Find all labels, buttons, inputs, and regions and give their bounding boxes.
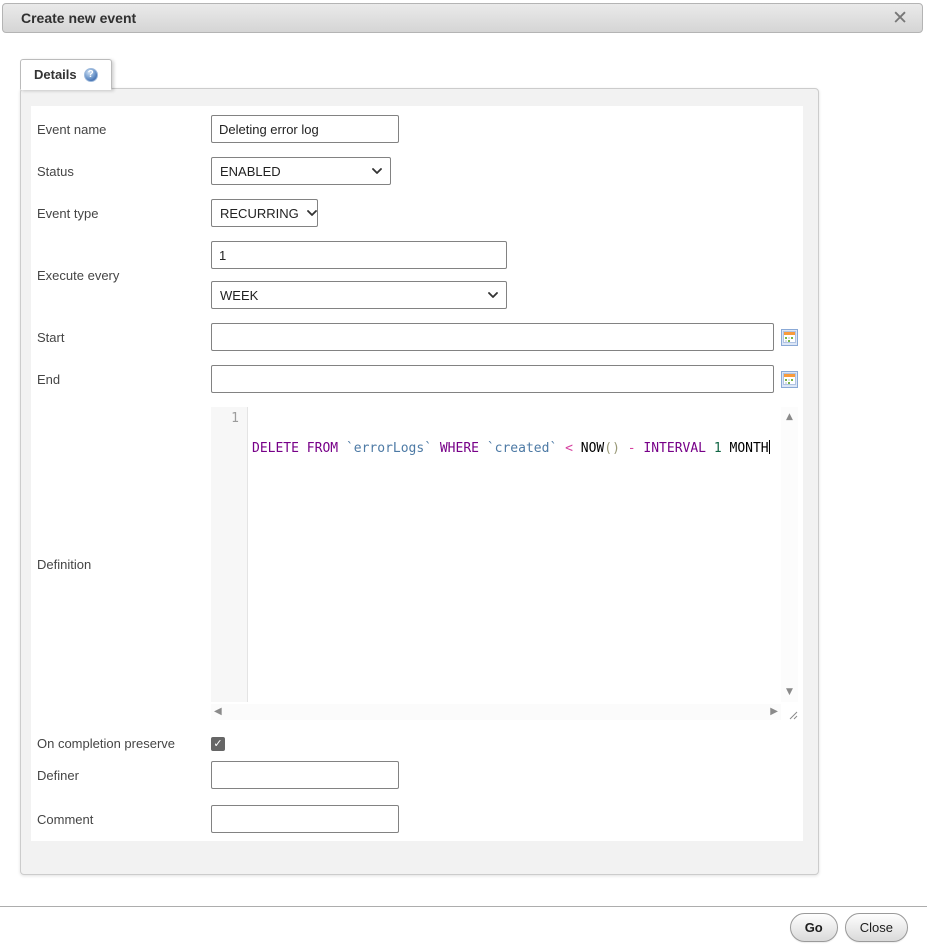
start-label: Start [37, 330, 211, 345]
event-type-select-value: RECURRING [220, 206, 299, 221]
chevron-down-icon [307, 210, 317, 216]
row-definer: Definer [37, 761, 803, 789]
row-comment: Comment [37, 805, 803, 833]
resize-grip-icon[interactable] [786, 708, 798, 724]
row-start: Start [37, 323, 803, 351]
execute-every-unit-value: WEEK [220, 288, 258, 303]
event-type-select[interactable]: RECURRING [211, 199, 318, 227]
event-type-label: Event type [37, 206, 211, 221]
row-end: End [37, 365, 803, 393]
row-on-completion: On completion preserve ✓ [37, 736, 803, 751]
event-name-label: Event name [37, 122, 211, 137]
execute-every-unit-select[interactable]: WEEK [211, 281, 507, 309]
status-select-value: ENABLED [220, 164, 281, 179]
scroll-down-icon[interactable]: ▼ [781, 686, 798, 698]
scroll-right-icon[interactable]: ▶ [770, 705, 778, 719]
text-cursor [769, 440, 770, 454]
sql-code-editor[interactable]: 1 DELETE FROM `errorLogs` WHERE `created… [211, 407, 798, 722]
row-event-name: Event name [37, 115, 803, 143]
start-input[interactable] [211, 323, 774, 351]
definer-input[interactable] [211, 761, 399, 789]
definer-label: Definer [37, 768, 211, 783]
row-status: Status ENABLED [37, 157, 803, 185]
on-completion-checkbox[interactable]: ✓ [211, 737, 225, 751]
row-definition: Definition 1 DELETE FROM `errorLogs` WHE… [37, 407, 803, 722]
dialog-titlebar: Create new event ✕ [2, 3, 923, 33]
calendar-icon[interactable] [781, 371, 798, 388]
row-execute-every: Execute every WEEK [37, 241, 803, 309]
calendar-icon[interactable] [781, 329, 798, 346]
end-label: End [37, 372, 211, 387]
row-event-type: Event type RECURRING [37, 199, 803, 227]
line-number: 1 [231, 411, 239, 426]
definition-label: Definition [37, 557, 211, 572]
chevron-down-icon [372, 168, 382, 174]
footer-buttons: Go Close [790, 913, 908, 942]
status-label: Status [37, 164, 211, 179]
comment-label: Comment [37, 812, 211, 827]
footer-divider [0, 906, 927, 907]
editor-code-area[interactable]: DELETE FROM `errorLogs` WHERE `created` … [248, 407, 781, 702]
on-completion-label: On completion preserve [37, 736, 211, 751]
status-select[interactable]: ENABLED [211, 157, 391, 185]
help-icon[interactable]: ? [84, 68, 98, 82]
editor-horizontal-scrollbar[interactable]: ◀ ▶ [211, 704, 781, 720]
execute-every-label: Execute every [37, 268, 211, 283]
event-name-input[interactable] [211, 115, 399, 143]
event-form: Event name Status ENABLED Event type REC… [31, 106, 803, 841]
scroll-up-icon[interactable]: ▲ [781, 411, 798, 423]
code-line: DELETE FROM `errorLogs` WHERE `created` … [252, 440, 781, 457]
tab-details-label: Details [34, 67, 77, 82]
scroll-left-icon[interactable]: ◀ [214, 705, 222, 719]
end-input[interactable] [211, 365, 774, 393]
tab-details[interactable]: Details ? [20, 59, 112, 90]
dialog-title: Create new event [21, 10, 136, 26]
close-button[interactable]: Close [845, 913, 908, 942]
chevron-down-icon [488, 292, 498, 298]
comment-input[interactable] [211, 805, 399, 833]
execute-every-interval-input[interactable] [211, 241, 507, 269]
go-button[interactable]: Go [790, 913, 838, 942]
editor-vertical-scrollbar[interactable]: ▲ ▼ [781, 407, 798, 702]
event-form-fieldset: Event name Status ENABLED Event type REC… [20, 88, 819, 875]
close-icon[interactable]: ✕ [892, 9, 908, 28]
editor-gutter: 1 [211, 407, 248, 702]
